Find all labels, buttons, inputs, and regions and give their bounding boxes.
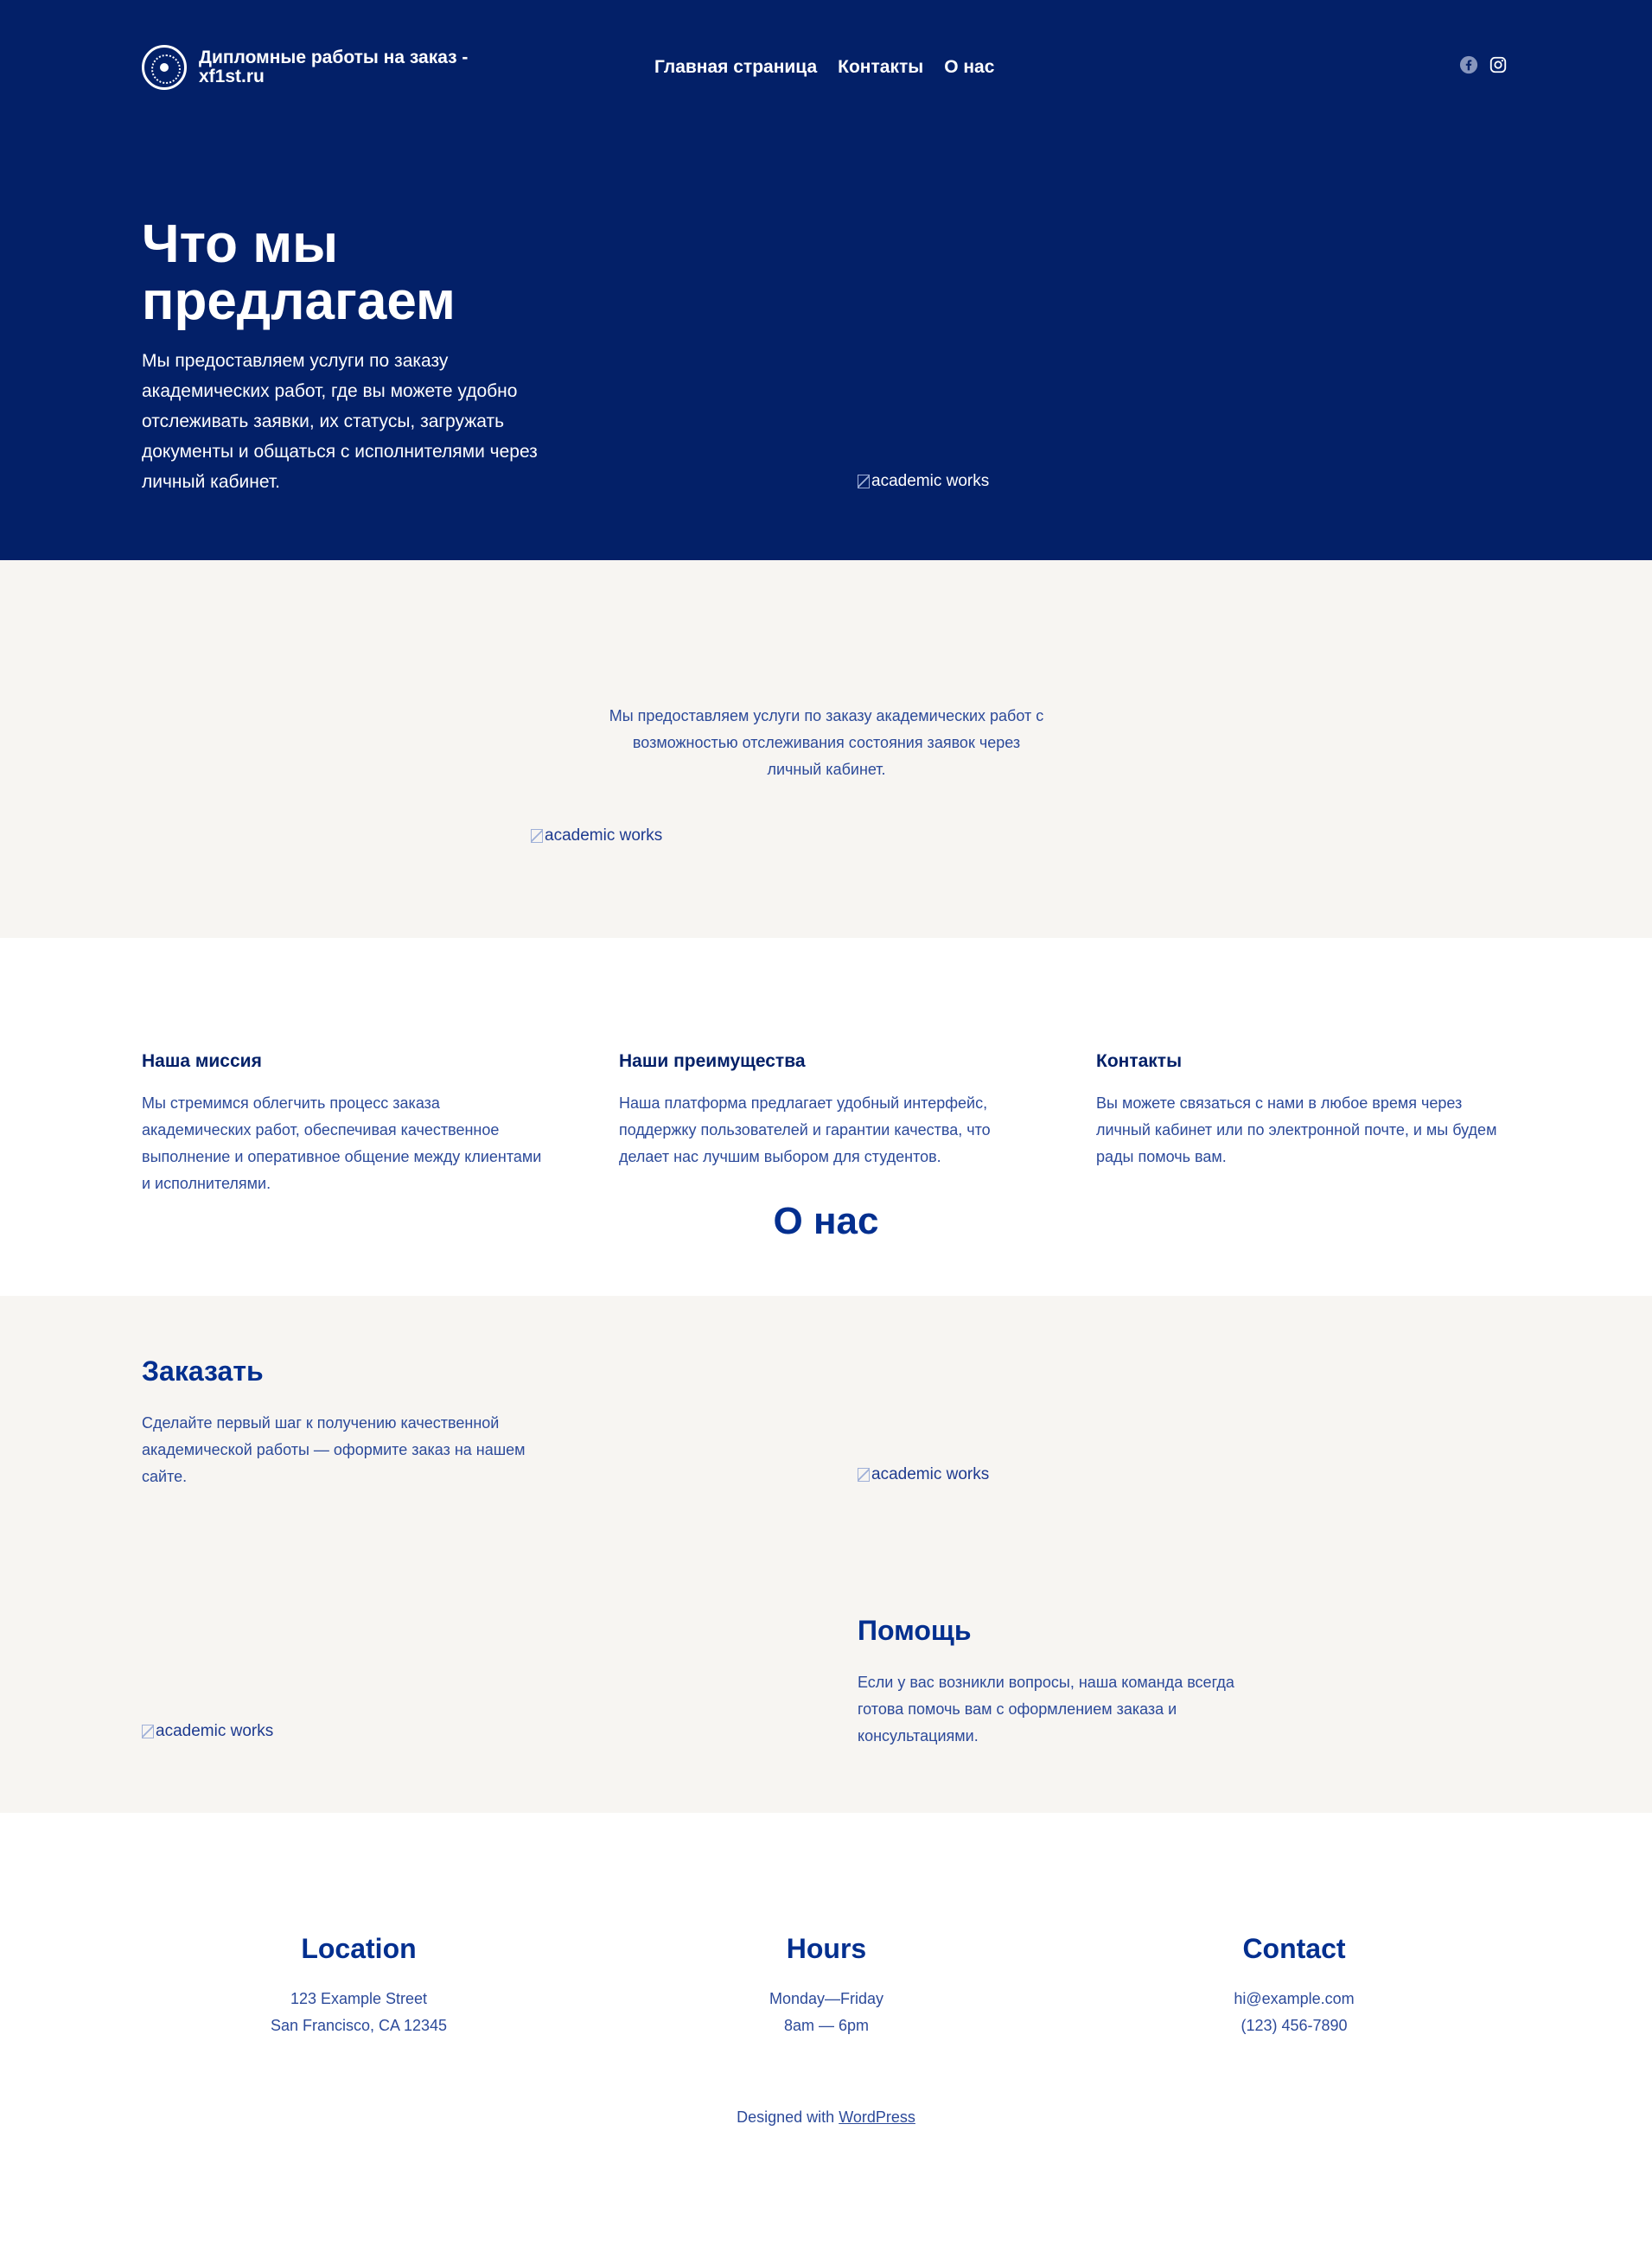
hero-section: Дипломные работы на заказ - xf1st.ru Гла… [0, 0, 1652, 560]
feature-title: Контакты [1096, 1051, 1183, 1071]
footer-hours-title: Hours [786, 1933, 867, 1964]
wordpress-link[interactable]: WordPress [839, 2108, 915, 2126]
footer-hours-line1: Monday—Friday [769, 1990, 884, 2007]
feature-title: Наши преимущества [619, 1051, 806, 1071]
site-footer: Location 123 Example Street San Francisc… [0, 1813, 1652, 2258]
hero-text: Мы предоставляем услуги по заказу академ… [142, 351, 538, 492]
order-block: Заказать Сделайте первый шаг к получению… [142, 1355, 557, 1490]
footer-credit: Designed with WordPress [0, 2108, 1652, 2127]
footer-location-line1: 123 Example Street [290, 1990, 428, 2007]
footer-contact-title: Contact [1242, 1933, 1346, 1964]
instagram-icon [1489, 56, 1507, 73]
nav-item-home[interactable]: Главная страница [654, 57, 817, 78]
footer-contact: Contact hi@example.com (123) 456-7890 [1121, 1932, 1467, 2039]
feature-advantages: Наши преимущества Наша платформа предлаг… [619, 1050, 1025, 1170]
footer-location-title: Location [301, 1933, 417, 1964]
order-image-alt: academic works [871, 1465, 990, 1483]
facebook-icon [1459, 55, 1478, 74]
footer-email[interactable]: hi@example.com [1121, 1986, 1467, 2012]
order-text: Сделайте первый шаг к получению качестве… [142, 1414, 526, 1485]
feature-contacts: Контакты Вы можете связаться с нами в лю… [1096, 1050, 1502, 1170]
hero-image-alt: academic works [871, 472, 990, 490]
footer-phone[interactable]: (123) 456-7890 [1121, 2012, 1467, 2039]
feature-text: Наша платформа предлагает удобный интерф… [619, 1094, 991, 1165]
footer-hours: Hours Monday—Friday 8am — 6pm [654, 1932, 999, 2039]
feature-text: Вы можете связаться с нами в любое время… [1096, 1094, 1497, 1165]
credit-prefix: Designed with [737, 2108, 835, 2126]
social-links [1459, 55, 1508, 74]
about-section: О нас Мы предоставляем услуги по заказу … [0, 560, 1652, 1242]
instagram-link[interactable] [1489, 55, 1508, 74]
about-text: Мы предоставляем услуги по заказу академ… [609, 707, 1044, 778]
facebook-link[interactable] [1459, 55, 1478, 74]
order-image: academic works [858, 1465, 989, 1484]
order-title: Заказать [142, 1355, 264, 1387]
about-image-alt: academic works [545, 826, 663, 845]
feature-text: Мы стремимся облегчить процесс заказа ак… [142, 1094, 542, 1192]
broken-image-icon [142, 1725, 154, 1738]
help-image-alt: academic works [156, 1722, 274, 1740]
feature-title: Наша миссия [142, 1051, 262, 1071]
help-block: Помощь Если у вас возникли вопросы, наша… [858, 1614, 1272, 1750]
site-header: Дипломные работы на заказ - xf1st.ru Гла… [142, 45, 1508, 97]
about-image: academic works [531, 826, 662, 845]
site-logo-link[interactable]: Дипломные работы на заказ - xf1st.ru [142, 45, 484, 90]
site-title[interactable]: Дипломные работы на заказ - xf1st.ru [199, 48, 484, 86]
hero-title: Что мы предлагаем [142, 214, 456, 331]
broken-image-icon [858, 475, 870, 488]
footer-location: Location 123 Example Street San Francisc… [186, 1932, 532, 2039]
help-title: Помощь [858, 1615, 972, 1646]
broken-image-icon [858, 1468, 870, 1482]
main-nav: Главная страница Контакты О нас [654, 57, 994, 78]
help-text: Если у вас возникли вопросы, наша команд… [858, 1674, 1234, 1745]
features-section: Наша миссия Мы стремимся облегчить проце… [0, 938, 1652, 1296]
broken-image-icon [531, 829, 543, 843]
hero-image: academic works [858, 472, 989, 491]
feature-mission: Наша миссия Мы стремимся облегчить проце… [142, 1050, 548, 1197]
order-section: Заказать Сделайте первый шаг к получению… [0, 1296, 1652, 1813]
footer-hours-line2: 8am — 6pm [783, 2017, 870, 2034]
footer-location-line2: San Francisco, CA 12345 [270, 2017, 448, 2034]
nav-item-about[interactable]: О нас [944, 57, 994, 78]
help-image: academic works [142, 1722, 273, 1741]
nav-item-contacts[interactable]: Контакты [838, 57, 923, 78]
site-logo-icon [142, 45, 187, 90]
